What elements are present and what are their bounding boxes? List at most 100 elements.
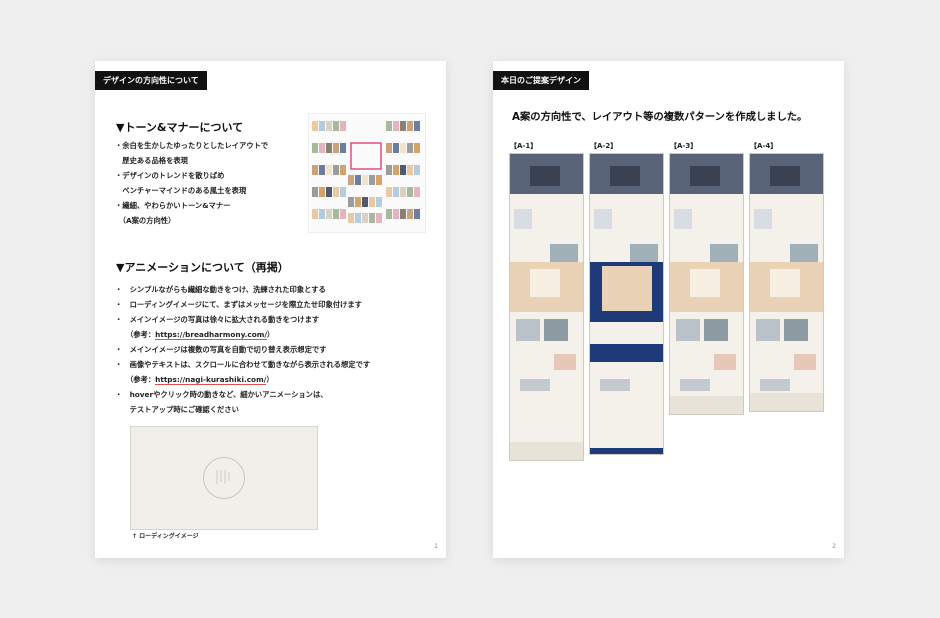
color-swatch [326, 209, 332, 219]
label-a1: 【A-1】 [510, 142, 538, 150]
mock-block [530, 166, 560, 186]
color-swatch [393, 187, 399, 197]
section-tag: 本日のご提案デザイン [493, 71, 589, 90]
reference-link[interactable]: https://breadharmony.com/ [155, 330, 268, 340]
tone-line: 歴史ある品格を表現 [115, 156, 188, 165]
color-swatch [393, 165, 399, 175]
tone-line: ・繊細、やわらかいトーン&マナー [115, 201, 231, 210]
color-swatch [393, 209, 399, 219]
tone-line: ・余白を生かしたゆったりとしたレイアウトで [115, 141, 269, 150]
color-swatch [414, 209, 420, 219]
mock-block [794, 354, 816, 370]
color-swatch [333, 121, 339, 131]
color-swatch [340, 165, 346, 175]
mock-block [704, 319, 728, 341]
mock-block [610, 166, 640, 186]
page-number: 2 [832, 543, 836, 550]
mock-block [714, 354, 736, 370]
color-swatch [312, 209, 318, 219]
color-swatch [340, 209, 346, 219]
color-swatch [400, 143, 406, 153]
page-heading: A案の方向性で、レイアウト等の複数パターンを作成しました。 [512, 111, 808, 123]
tone-heading: ▼トーン&マナーについて [116, 121, 244, 134]
mock-block [756, 319, 780, 341]
mock-block [630, 244, 658, 262]
animation-line: ・ 画像やテキストは、スクロールに合わせて動きながら表示される想定です [115, 360, 371, 369]
animation-line: ・ hoverやクリック時の動きなど、細かいアニメーションは、 [115, 390, 328, 399]
color-swatch [407, 209, 413, 219]
color-swatch [414, 187, 420, 197]
color-swatch [414, 165, 420, 175]
color-swatch [319, 165, 325, 175]
design-mock-a2 [589, 153, 664, 455]
color-swatch [355, 197, 361, 207]
color-swatch [326, 165, 332, 175]
document-page-1: デザインの方向性について ▼トーン&マナーについて ・余白を生かしたゆったりとし… [95, 61, 446, 558]
color-swatch [400, 165, 406, 175]
mock-block [510, 442, 583, 460]
color-swatch [386, 187, 392, 197]
moodboard-image [308, 113, 426, 233]
label-a3: 【A-3】 [670, 142, 698, 150]
mock-block [544, 319, 568, 341]
color-swatch [369, 175, 375, 185]
color-swatch [400, 187, 406, 197]
mock-block [790, 244, 818, 262]
color-swatch [312, 165, 318, 175]
mock-block [690, 166, 720, 186]
color-swatch [393, 143, 399, 153]
color-swatch [376, 175, 382, 185]
mock-block [760, 379, 790, 391]
color-swatch [333, 143, 339, 153]
color-swatch [333, 187, 339, 197]
loading-caption: ↑ ローディングイメージ [132, 533, 199, 540]
mock-block [516, 319, 540, 341]
mock-block [594, 209, 612, 229]
mock-block [554, 354, 576, 370]
design-mock-a1 [509, 153, 584, 461]
color-swatch [407, 143, 413, 153]
color-swatch [369, 197, 375, 207]
tone-line: ・デザインのトレンドを散りばめ [115, 171, 225, 180]
color-swatch [319, 121, 325, 131]
color-swatch [386, 165, 392, 175]
mock-block [590, 448, 663, 454]
mock-block [550, 244, 578, 262]
mock-block [600, 379, 630, 391]
mock-block [750, 393, 823, 411]
mock-block [680, 379, 710, 391]
mock-block [602, 266, 652, 311]
page-number: 1 [434, 543, 438, 550]
color-swatch [386, 143, 392, 153]
color-swatch [319, 143, 325, 153]
color-swatch [376, 197, 382, 207]
color-swatch [386, 121, 392, 131]
section-tag: デザインの方向性について [95, 71, 207, 90]
color-swatch [319, 209, 325, 219]
tone-line: （A案の方向性） [115, 216, 176, 225]
color-swatch [393, 121, 399, 131]
label-a4: 【A-4】 [750, 142, 778, 150]
loading-text-graphic [216, 470, 230, 484]
mock-block [674, 209, 692, 229]
design-mock-a3 [669, 153, 744, 415]
label-a2: 【A-2】 [590, 142, 618, 150]
color-swatch [414, 121, 420, 131]
color-swatch [333, 165, 339, 175]
color-swatch [376, 213, 382, 223]
color-swatch [400, 209, 406, 219]
reference-link[interactable]: https://nagi-kurashiki.com/ [155, 375, 267, 385]
mock-block [520, 379, 550, 391]
animation-line: （参考：https://breadharmony.com/） [115, 330, 275, 340]
mock-block [530, 269, 560, 297]
color-swatch [348, 213, 354, 223]
color-swatch [407, 187, 413, 197]
color-swatch [326, 143, 332, 153]
animation-line: テストアップ時にご確認ください [115, 405, 239, 414]
mock-block [670, 396, 743, 414]
color-swatch [407, 121, 413, 131]
mock-block [784, 319, 808, 341]
color-swatch [340, 143, 346, 153]
color-swatch [319, 187, 325, 197]
mock-block [754, 209, 772, 229]
